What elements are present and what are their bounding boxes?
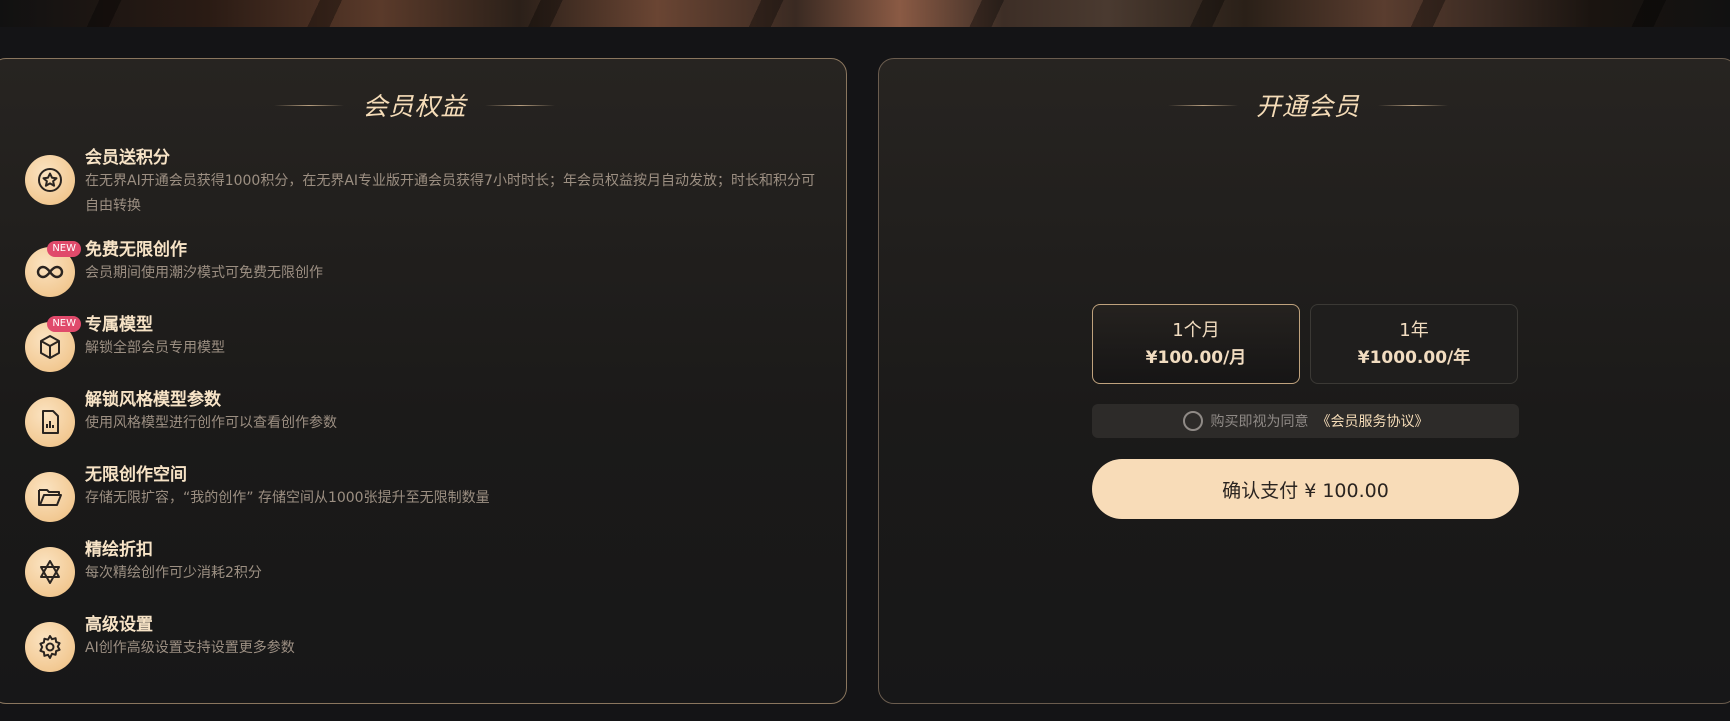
- benefit-item-storage: 无限创作空间 存储无限扩容，“我的创作” 存储空间从1000张提升至无限制数量: [25, 464, 490, 522]
- benefit-item-unlimited: NEW 免费无限创作 会员期间使用潮汐模式可免费无限创作: [25, 239, 323, 297]
- purchase-panel: 开通会员 1个月 ¥100.00/月 1年 ¥1000.00/年 购买即视为同意…: [878, 58, 1730, 704]
- benefit-desc: AI创作高级设置支持设置更多参数: [85, 640, 295, 656]
- benefit-title: 免费无限创作: [85, 240, 187, 260]
- plan-option-yearly[interactable]: 1年 ¥1000.00/年: [1310, 304, 1518, 384]
- plan-period: 1个月: [1172, 320, 1220, 341]
- benefit-item-points: 会员送积分 在无界AI开通会员获得1000积分，在无界AI专业版开通会员获得7小…: [25, 147, 825, 219]
- benefit-title: 专属模型: [85, 315, 153, 335]
- cube-icon: NEW: [25, 316, 81, 372]
- top-banner-image: [0, 0, 1730, 27]
- gear-icon: [25, 622, 75, 672]
- benefit-desc: 存储无限扩容，“我的创作” 存储空间从1000张提升至无限制数量: [85, 490, 490, 506]
- benefit-desc: 每次精绘创作可少消耗2积分: [85, 565, 262, 581]
- benefits-panel: 会员权益 会员送积分 在无界AI开通会员获得1000积分，在无界AI专业版开通会…: [0, 58, 847, 704]
- benefits-title-text: 会员权益: [362, 92, 467, 121]
- agreement-row: 购买即视为同意 《会员服务协议》: [1092, 404, 1519, 438]
- plan-option-monthly[interactable]: 1个月 ¥100.00/月: [1092, 304, 1300, 384]
- title-divider-left: [274, 104, 345, 106]
- new-badge: NEW: [47, 316, 81, 332]
- benefit-desc: 使用风格模型进行创作可以查看创作参数: [85, 415, 337, 431]
- purchase-title-text: 开通会员: [1255, 92, 1360, 121]
- plan-options: 1个月 ¥100.00/月 1年 ¥1000.00/年: [1092, 304, 1518, 384]
- benefit-item-params: 解锁风格模型参数 使用风格模型进行创作可以查看创作参数: [25, 389, 337, 447]
- benefit-desc: 解锁全部会员专用模型: [85, 340, 225, 356]
- benefit-item-model: NEW 专属模型 解锁全部会员专用模型: [25, 314, 225, 372]
- benefit-desc: 会员期间使用潮汐模式可免费无限创作: [85, 265, 323, 281]
- title-divider-left: [1167, 104, 1238, 106]
- plan-period: 1年: [1399, 320, 1429, 341]
- confirm-pay-button[interactable]: 确认支付 ¥ 100.00: [1092, 459, 1519, 519]
- folder-open-icon: [25, 472, 75, 522]
- new-badge: NEW: [47, 241, 81, 257]
- title-divider-right: [1378, 104, 1448, 106]
- benefit-item-advanced: 高级设置 AI创作高级设置支持设置更多参数: [25, 614, 295, 672]
- chart-document-icon: [25, 397, 75, 447]
- title-divider-right: [484, 104, 555, 106]
- benefit-title: 无限创作空间: [85, 465, 187, 485]
- star-of-david-icon: [25, 547, 75, 597]
- benefit-title: 解锁风格模型参数: [85, 390, 221, 410]
- infinity-icon: NEW: [25, 241, 81, 297]
- purchase-title: 开通会员: [879, 87, 1730, 123]
- agreement-link[interactable]: 《会员服务协议》: [1317, 411, 1429, 431]
- star-badge-icon: [25, 155, 75, 205]
- plan-price: ¥1000.00/年: [1357, 348, 1471, 368]
- benefit-desc: 在无界AI开通会员获得1000积分，在无界AI专业版开通会员获得7小时时长；年会…: [85, 173, 815, 214]
- benefits-title: 会员权益: [0, 87, 848, 123]
- agreement-text: 购买即视为同意: [1210, 414, 1309, 430]
- benefit-title: 会员送积分: [85, 148, 170, 168]
- benefit-title: 精绘折扣: [85, 540, 153, 560]
- agreement-radio[interactable]: [1182, 411, 1203, 431]
- benefit-item-discount: 精绘折扣 每次精绘创作可少消耗2积分: [25, 539, 262, 597]
- benefit-title: 高级设置: [85, 615, 153, 635]
- plan-price: ¥100.00/月: [1145, 348, 1247, 368]
